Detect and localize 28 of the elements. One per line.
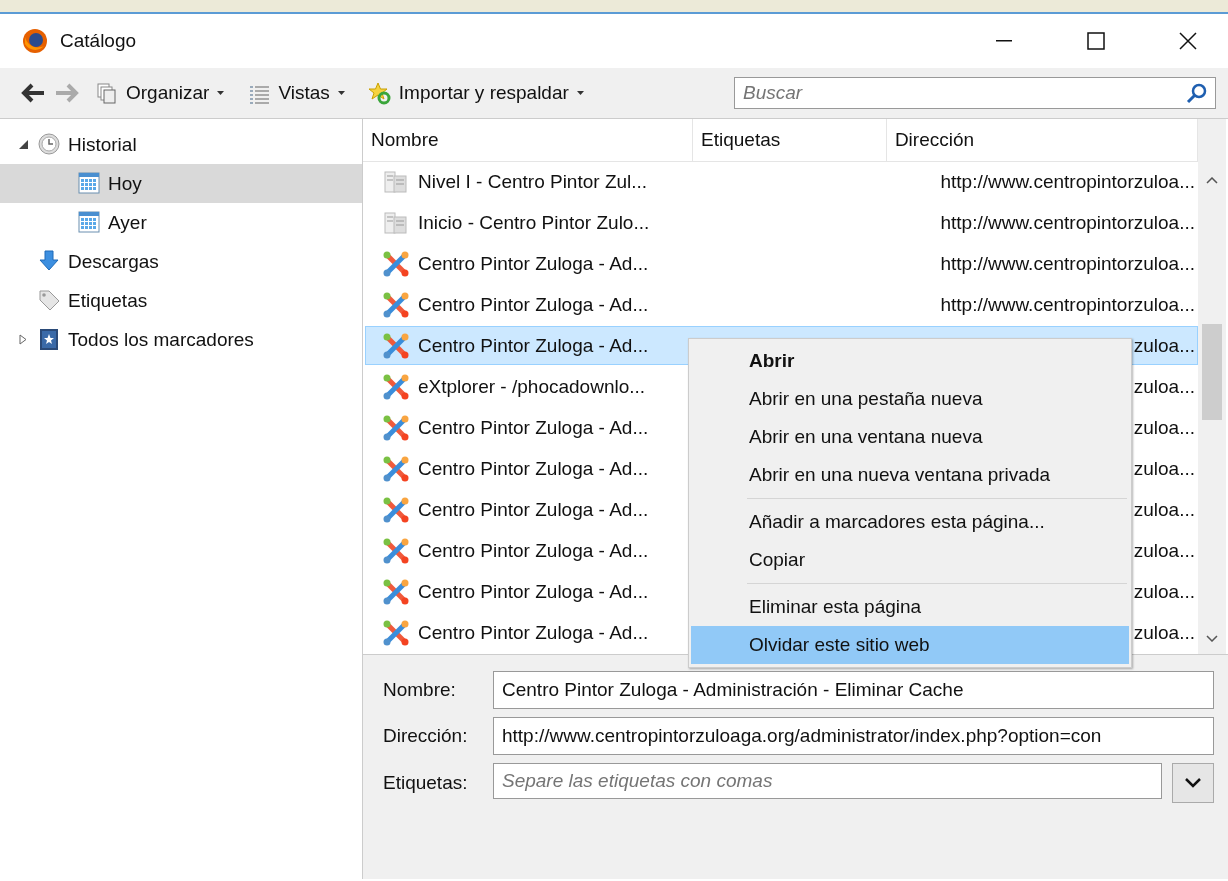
table-cell: Centro Pintor Zuloga - Ad... xyxy=(418,252,649,275)
table-cell: Centro Pintor Zuloga - Ad... xyxy=(418,293,649,316)
table-cell: http://www.centropintorzuloa... xyxy=(940,293,1195,316)
table-cell: Centro Pintor Zuloga - Ad... xyxy=(418,416,649,439)
table-cell: zuloa... xyxy=(1133,416,1195,439)
table-cell: Centro Pintor Zuloga - Ad... xyxy=(418,621,649,644)
table-cell: Centro Pintor Zuloga - Ad... xyxy=(418,498,649,521)
table-cell: zuloa... xyxy=(1133,539,1195,562)
table-cell: zuloa... xyxy=(1133,621,1195,644)
table-cell: zuloa... xyxy=(1133,375,1195,398)
table-cell: zuloa... xyxy=(1133,334,1195,357)
table-cell: Centro Pintor Zuloga - Ad... xyxy=(418,457,649,480)
field-label: Etiquetas: xyxy=(383,772,469,794)
table-cell: zuloa... xyxy=(1133,498,1195,521)
table-cell: Nivel I - Centro Pintor Zul... xyxy=(418,170,648,193)
window-title: Catálogo xyxy=(60,30,138,52)
table-cell: Inicio - Centro Pintor Zulo... xyxy=(418,211,650,234)
table-cell: Centro Pintor Zuloga - Ad... xyxy=(418,580,649,603)
table-cell: zuloa... xyxy=(1133,580,1195,603)
table-cell: http://www.centropintorzuloa... xyxy=(940,252,1195,275)
field-label: Nombre: xyxy=(383,679,457,701)
table-cell: http://www.centropintorzuloa... xyxy=(940,170,1195,193)
table-cell: Centro Pintor Zuloga - Ad... xyxy=(418,539,649,562)
field-label: Dirección: xyxy=(383,725,469,747)
table-cell: Centro Pintor Zuloga - Ad... xyxy=(418,334,649,357)
table-cell: http://www.centropintorzuloa... xyxy=(940,211,1195,234)
table-cell: eXtplorer - /phocadownlo... xyxy=(418,375,646,398)
table-cell: zuloa... xyxy=(1133,457,1195,480)
